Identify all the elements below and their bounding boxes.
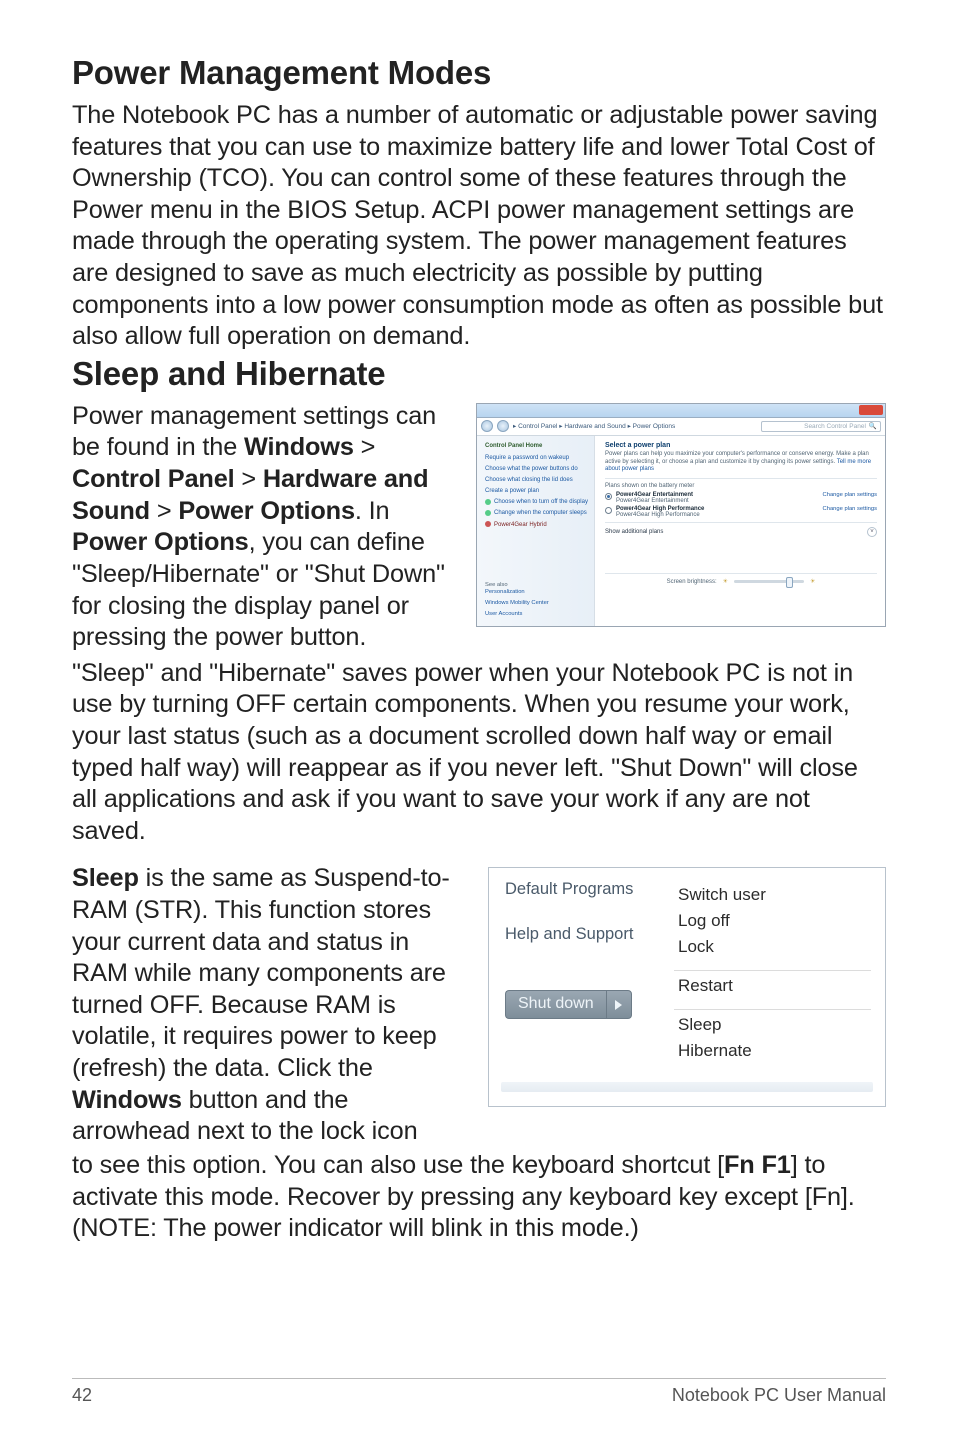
- power-options-window: ▸ Control Panel ▸ Hardware and Sound ▸ P…: [476, 403, 886, 627]
- page-footer: 42 Notebook PC User Manual: [72, 1378, 886, 1406]
- paragraph-sh-explain: "Sleep" and "Hibernate" saves power when…: [72, 658, 886, 848]
- start-menu-power: Default Programs Help and Support Shut d…: [488, 867, 886, 1107]
- window-nav-bar: ▸ Control Panel ▸ Hardware and Sound ▸ P…: [477, 418, 885, 436]
- sidebar: Control Panel Home Require a password on…: [477, 436, 595, 626]
- see-also-link[interactable]: User Accounts: [485, 611, 588, 619]
- figure-power-options-window: ▸ Control Panel ▸ Hardware and Sound ▸ P…: [476, 401, 886, 627]
- see-also-link[interactable]: Windows Mobility Center: [485, 600, 588, 608]
- shutdown-split-button[interactable]: Shut down: [505, 990, 664, 1019]
- radio-icon[interactable]: [605, 507, 612, 514]
- text-windows: Windows: [244, 433, 354, 461]
- sidebar-link[interactable]: Require a password on wakeup: [485, 454, 588, 462]
- text-windows: Windows: [72, 1086, 182, 1114]
- figure-start-menu-power: Default Programs Help and Support Shut d…: [488, 863, 886, 1107]
- forward-button[interactable]: [497, 420, 509, 432]
- search-placeholder: Search Control Panel: [804, 423, 866, 430]
- power-plan-item[interactable]: Power4Gear EntertainmentPower4Gear Enter…: [605, 492, 877, 504]
- start-item-default-programs[interactable]: Default Programs: [505, 880, 664, 899]
- start-menu-left: Default Programs Help and Support Shut d…: [489, 880, 664, 1074]
- plan-subtitle: Power4Gear Entertainment: [616, 498, 689, 504]
- shield-icon: [485, 499, 491, 505]
- sidebar-link[interactable]: Choose what the power buttons do: [485, 465, 588, 473]
- radio-icon[interactable]: [605, 493, 612, 500]
- panel-title: Select a power plan: [605, 442, 877, 449]
- text: >: [150, 497, 178, 525]
- search-input[interactable]: Search Control Panel 🔍: [761, 421, 881, 432]
- taskbar-strip: [501, 1082, 873, 1092]
- main-panel: Select a power plan Power plans can help…: [595, 436, 885, 626]
- sun-bright-icon: ☀: [810, 578, 815, 585]
- change-plan-link[interactable]: Change plan settings: [823, 506, 877, 512]
- text: Show additional plans: [605, 529, 663, 535]
- plan-subtitle: Power4Gear High Performance: [616, 512, 700, 518]
- show-additional-plans[interactable]: Show additional plans ˅: [605, 522, 877, 537]
- paragraph-sh-settings: Power management settings can be found i…: [72, 401, 458, 654]
- sidebar-link-selected[interactable]: Power4Gear Hybrid: [485, 521, 588, 529]
- text-control-panel: Control Panel: [72, 465, 235, 493]
- change-plan-link[interactable]: Change plan settings: [823, 492, 877, 498]
- sidebar-link[interactable]: Choose when to turn off the display: [485, 498, 588, 506]
- paragraph-sleep-str: Sleep is the same as Suspend-to-RAM (STR…: [72, 863, 470, 1147]
- menu-item-restart[interactable]: Restart: [678, 973, 871, 999]
- window-titlebar[interactable]: [477, 404, 885, 418]
- manual-title: Notebook PC User Manual: [672, 1385, 886, 1406]
- text: to see this option. You can also use the…: [72, 1151, 724, 1179]
- sidebar-link[interactable]: Create a power plan: [485, 487, 588, 495]
- search-icon: 🔍: [869, 422, 877, 430]
- text: >: [235, 465, 263, 493]
- text: is the same as Suspend-to-RAM (STR). Thi…: [72, 864, 450, 1082]
- menu-item-log-off[interactable]: Log off: [678, 908, 871, 934]
- menu-item-sleep[interactable]: Sleep: [678, 1012, 871, 1038]
- breadcrumb[interactable]: ▸ Control Panel ▸ Hardware and Sound ▸ P…: [513, 422, 757, 430]
- heading-power-management: Power Management Modes: [72, 54, 886, 92]
- start-item-help-support[interactable]: Help and Support: [505, 925, 664, 944]
- text-fn-f1: Fn F1: [724, 1151, 791, 1179]
- text: Power plans can help you maximize your c…: [605, 451, 869, 465]
- brightness-slider[interactable]: [734, 580, 804, 583]
- paragraph-pm-intro: The Notebook PC has a number of automati…: [72, 100, 886, 353]
- text: Change when the computer sleeps: [494, 510, 587, 516]
- brightness-label: Screen brightness:: [667, 579, 717, 585]
- chevron-down-icon[interactable]: ˅: [867, 527, 877, 537]
- shutdown-button[interactable]: Shut down: [505, 990, 606, 1019]
- menu-item-lock[interactable]: Lock: [678, 934, 871, 960]
- sidebar-link[interactable]: Choose what closing the lid does: [485, 476, 588, 484]
- play-icon: [615, 1000, 622, 1010]
- sidebar-link[interactable]: Change when the computer sleeps: [485, 509, 588, 517]
- back-button[interactable]: [481, 420, 493, 432]
- plan-group-label: Plans shown on the battery meter: [605, 483, 877, 489]
- brightness-slider-row: Screen brightness: ☀ ☀: [605, 573, 877, 589]
- text-power-options-2: Power Options: [72, 528, 249, 556]
- power-plan-item[interactable]: Power4Gear High PerformancePower4Gear Hi…: [605, 506, 877, 518]
- text-power-options: Power Options: [178, 497, 355, 525]
- menu-item-hibernate[interactable]: Hibernate: [678, 1038, 871, 1064]
- see-also-section: See also Personalization Windows Mobilit…: [485, 582, 588, 622]
- paragraph-sleep-continued: to see this option. You can also use the…: [72, 1150, 886, 1245]
- sidebar-header: Control Panel Home: [485, 442, 588, 450]
- see-also-header: See also: [485, 582, 588, 590]
- text-sleep: Sleep: [72, 864, 139, 892]
- power-submenu: Switch user Log off Lock Restart Sleep H…: [664, 880, 885, 1074]
- shield-icon: [485, 510, 491, 516]
- heading-sleep-hibernate: Sleep and Hibernate: [72, 355, 886, 393]
- text: Power4Gear Hybrid: [494, 522, 547, 528]
- shutdown-arrow-button[interactable]: [606, 990, 632, 1019]
- see-also-link[interactable]: Personalization: [485, 589, 588, 597]
- text: >: [354, 433, 376, 461]
- gear-icon: [485, 521, 491, 527]
- close-icon[interactable]: [859, 405, 883, 415]
- sun-dim-icon: ☀: [723, 578, 728, 585]
- text: . In: [355, 497, 390, 525]
- panel-description: Power plans can help you maximize your c…: [605, 451, 877, 474]
- page-number: 42: [72, 1385, 92, 1406]
- text: Choose when to turn off the display: [494, 499, 588, 505]
- menu-item-switch-user[interactable]: Switch user: [678, 882, 871, 908]
